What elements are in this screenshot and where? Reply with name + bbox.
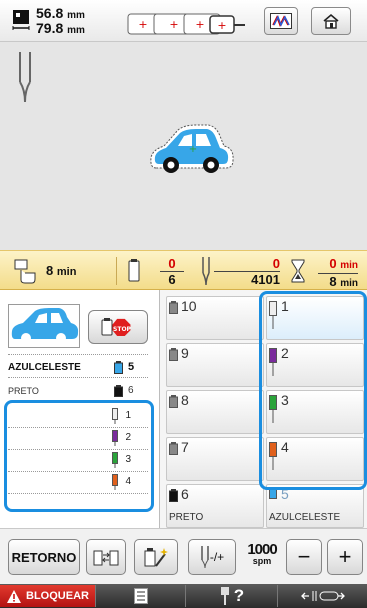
design-size: 56.8 mm 79.8 mm xyxy=(36,5,85,36)
sequence-selection-frame xyxy=(4,400,154,512)
needle-cell-5[interactable]: 5 AZULCELESTE xyxy=(266,484,364,528)
thread-swap-icon xyxy=(93,550,119,566)
status-bar: 8 min 0 6 0 4101 0 min 8 min xyxy=(0,250,367,290)
design-preview[interactable]: + xyxy=(0,42,367,250)
next-thread-number: 6 xyxy=(128,385,134,396)
needle-tension-icon xyxy=(201,546,209,568)
needle-position-icon xyxy=(19,52,31,103)
current-thread-name: AZULCELESTE xyxy=(8,362,81,373)
thread-spool-icon xyxy=(169,301,178,314)
color-progress: 0 6 xyxy=(160,256,184,287)
stitch-needle-icon xyxy=(202,257,210,285)
svg-text:+: + xyxy=(195,18,204,31)
design-thumbnail[interactable] xyxy=(8,304,80,348)
thread-spool-icon xyxy=(169,348,178,361)
lock-button[interactable]: BLOQUEAR xyxy=(0,585,96,607)
top-bar: 56.8 mm 79.8 mm + + + + xyxy=(0,0,367,42)
hourglass-icon xyxy=(291,259,305,283)
color-palette-icon xyxy=(270,13,292,29)
needle-cell-7[interactable]: 7 xyxy=(166,437,264,481)
thread-magic-button[interactable] xyxy=(134,539,178,575)
needle-cell-10[interactable]: 10 xyxy=(166,296,264,340)
thread-spool-blue-icon xyxy=(114,361,123,374)
help-button[interactable]: ? xyxy=(186,585,278,607)
time-hand-icon xyxy=(14,259,36,284)
next-thread-name: PRETO xyxy=(8,386,39,396)
home-button[interactable] xyxy=(311,7,351,35)
car-thumbnail xyxy=(11,308,79,343)
svg-text:+: + xyxy=(138,18,147,31)
thread-spool-black-icon xyxy=(114,385,123,397)
checklist-icon xyxy=(133,588,148,604)
retorno-button[interactable]: RETORNO xyxy=(8,539,80,575)
width-value: 56.8 xyxy=(36,5,64,21)
needle-bar-blue-icon xyxy=(269,489,277,499)
svg-text:+: + xyxy=(189,144,197,155)
color-palette-button[interactable] xyxy=(264,7,298,35)
total-time: 8 min xyxy=(46,263,77,278)
svg-text:STOP: STOP xyxy=(113,326,132,333)
footer-bar: BLOQUEAR ? xyxy=(0,584,367,608)
remaining-time: 0 min 8 min xyxy=(318,256,358,291)
needle-cell-8[interactable]: 8 xyxy=(166,390,264,434)
speed-display: 1000 spm xyxy=(247,541,277,566)
warning-icon xyxy=(7,589,22,603)
speed-minus-button[interactable]: − xyxy=(286,539,322,575)
car-embroidery-design: + xyxy=(150,124,234,173)
stitch-progress: 0 4101 xyxy=(214,256,280,287)
svg-text:+: + xyxy=(169,18,178,31)
thread-swap-button[interactable] xyxy=(86,539,126,575)
thread-wand-icon xyxy=(144,548,168,567)
current-thread-number: 5 xyxy=(128,361,135,373)
needle-selection-frame xyxy=(259,291,367,490)
frame-move-button[interactable] xyxy=(278,585,367,607)
size-icon xyxy=(12,10,30,30)
home-icon xyxy=(323,13,339,29)
stop-point-button[interactable]: STOP xyxy=(88,310,148,344)
height-value: 79.8 xyxy=(36,20,64,36)
bottom-toolbar: RETORNO -/+ 1000 spm − + xyxy=(0,528,367,584)
thread-spool-icon xyxy=(169,442,178,455)
speed-plus-button[interactable]: + xyxy=(327,539,363,575)
needle-cell-9[interactable]: 9 xyxy=(166,343,264,387)
stop-icon: STOP xyxy=(101,318,132,336)
color-count-icon xyxy=(128,259,140,282)
checklist-button[interactable] xyxy=(96,585,186,607)
machine-help-icon xyxy=(220,587,229,605)
hoop-size-icon: + + + + xyxy=(127,13,245,35)
thread-spool-icon xyxy=(169,395,178,408)
svg-text:+: + xyxy=(217,19,226,32)
thread-spool-black-icon xyxy=(169,489,178,502)
frame-move-icon xyxy=(300,591,345,601)
needle-cell-6[interactable]: 6 PRETO xyxy=(166,484,264,528)
tension-button[interactable]: -/+ xyxy=(188,539,236,575)
